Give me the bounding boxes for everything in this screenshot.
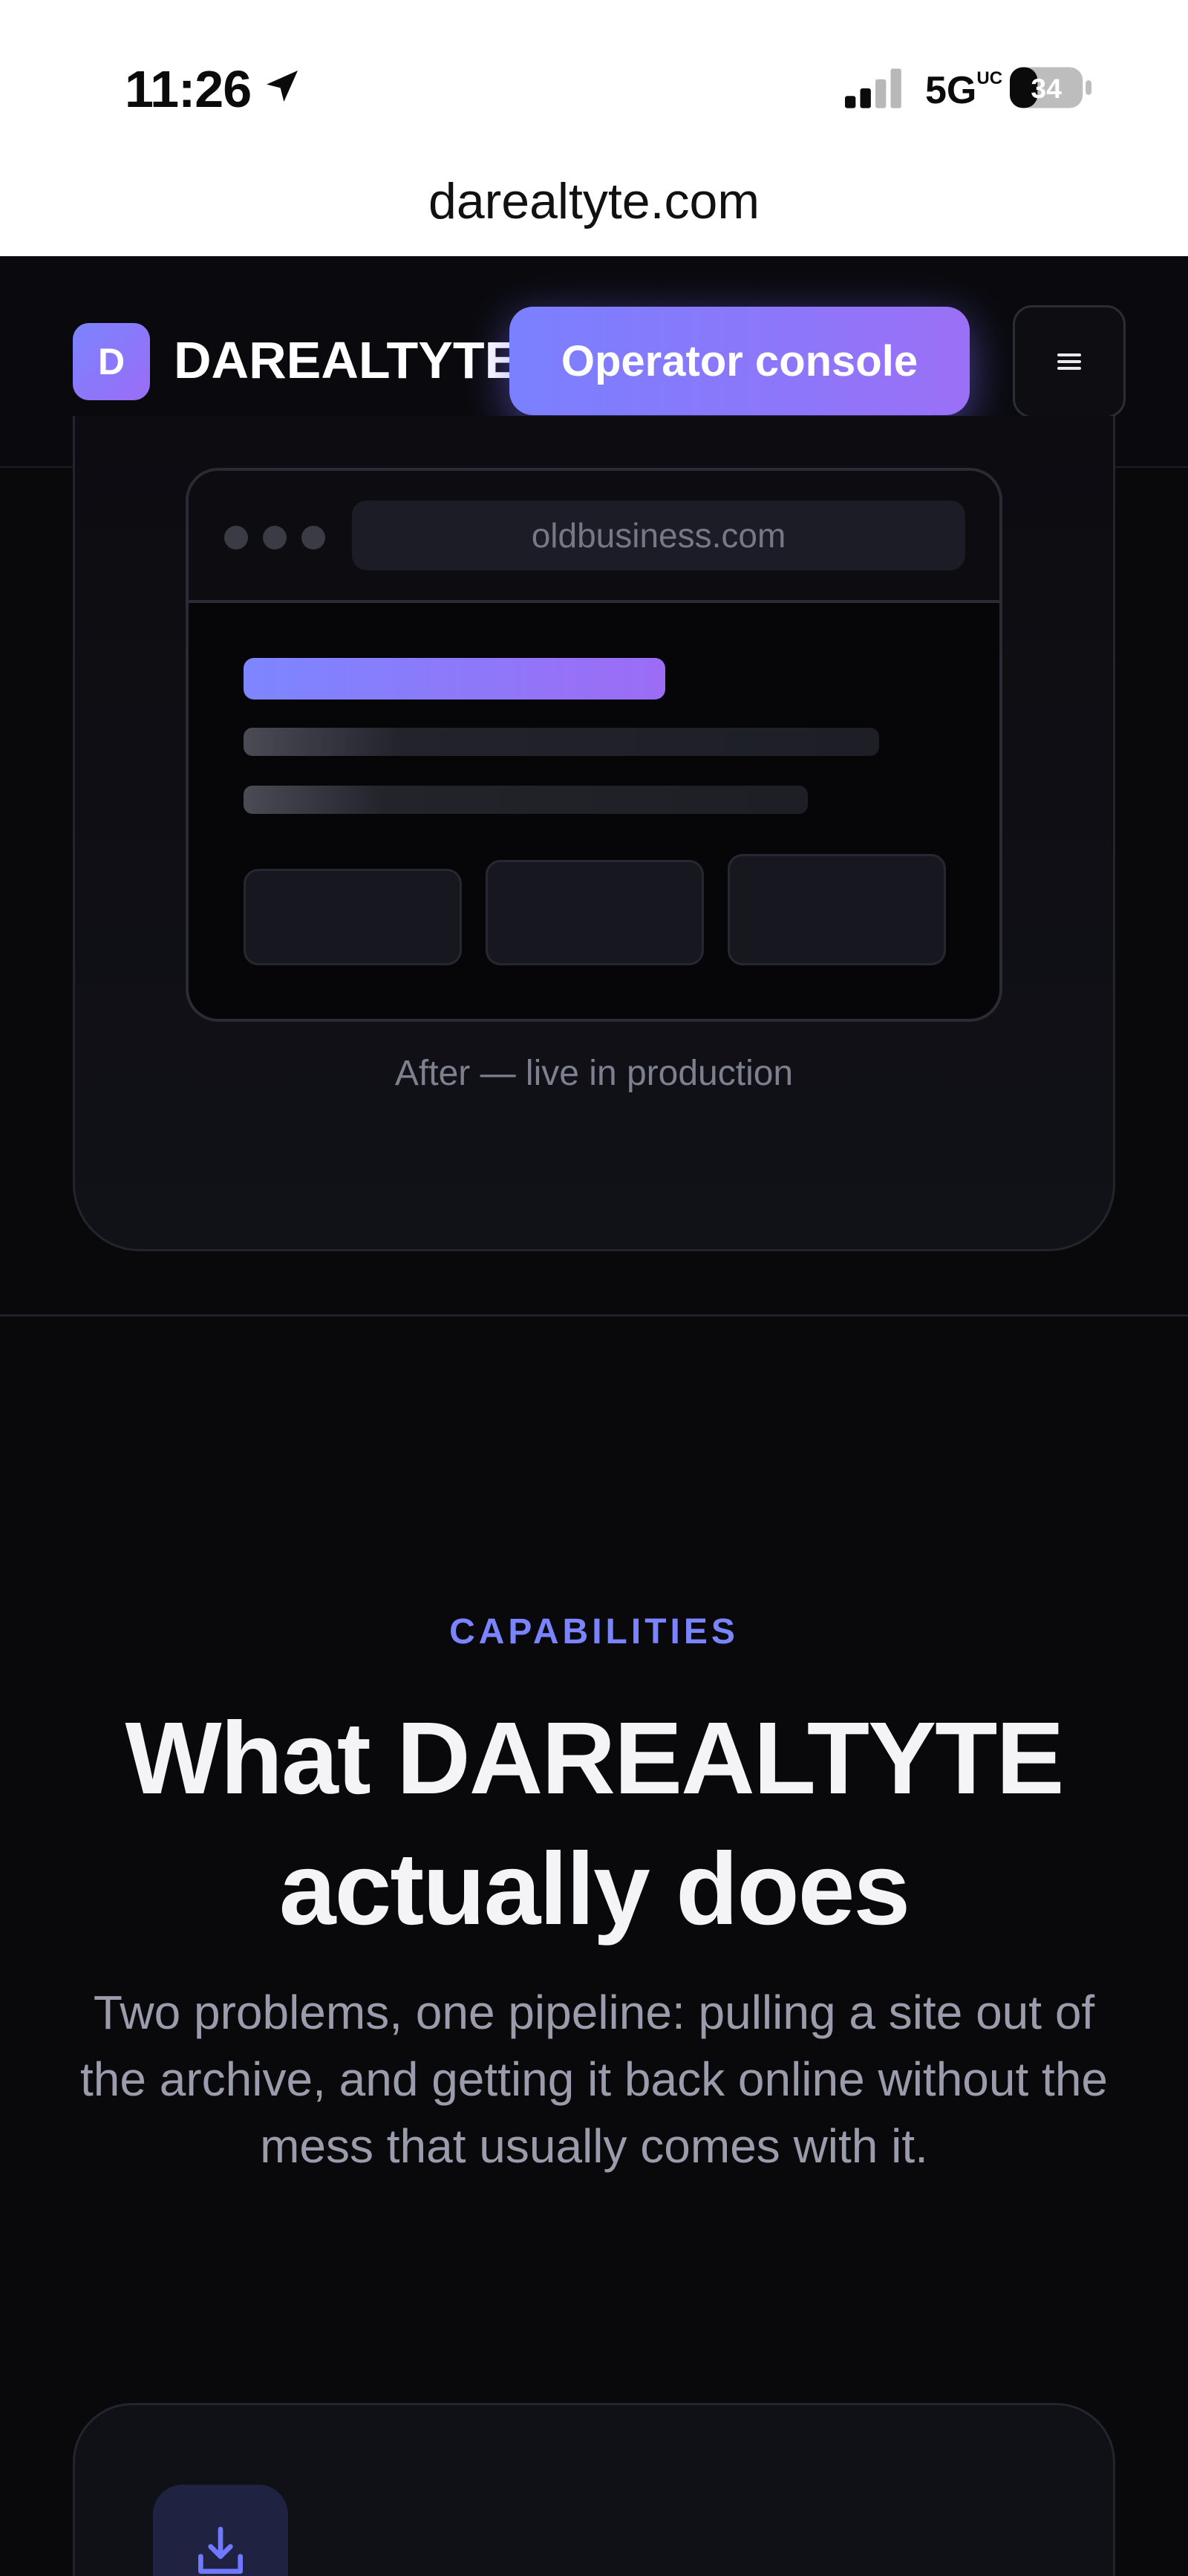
network-suffix: UC	[976, 68, 1003, 88]
battery-level: 34	[1031, 73, 1062, 104]
hamburger-menu-icon	[1057, 353, 1081, 370]
section-divider	[0, 1314, 1188, 1317]
browser-address-bar[interactable]: darealtyte.com	[0, 156, 1188, 256]
signal-bars-icon	[845, 68, 901, 108]
window-dot	[263, 526, 287, 550]
mockup-text-line	[244, 786, 808, 814]
logo-mark[interactable]: D	[73, 323, 150, 400]
status-time: 11:26	[125, 60, 252, 118]
mockup-tile	[486, 860, 704, 965]
browser-url[interactable]: darealtyte.com	[0, 172, 1188, 230]
brand-name[interactable]: DAREALTYTE	[174, 330, 519, 390]
mockup-address: oldbusiness.com	[352, 500, 965, 570]
menu-button[interactable]	[1013, 305, 1126, 418]
mockup-text-line	[244, 728, 879, 756]
browser-mockup: oldbusiness.com	[186, 468, 1002, 1022]
mockup-tile	[244, 869, 462, 965]
section-description: Two problems, one pipeline: pulling a si…	[80, 1986, 1108, 2173]
network-type: 5GUC	[925, 68, 1003, 112]
battery-icon: 34	[1010, 67, 1091, 108]
window-dot	[224, 526, 248, 550]
mockup-tile	[728, 854, 946, 965]
section-headline: What DAREALTYTE actually does	[125, 1701, 1064, 1946]
section-eyebrow: CAPABILITIES	[449, 1612, 739, 1651]
operator-console-button[interactable]: Operator console	[509, 307, 970, 415]
showcase-caption: After — live in production	[394, 1054, 794, 1093]
feature-icon-tile	[153, 2485, 288, 2576]
location-arrow-icon	[267, 71, 298, 102]
download-tray-icon	[198, 2526, 243, 2574]
mockup-heading-bar	[244, 658, 665, 700]
window-dot	[301, 526, 325, 550]
status-bar: 11:26 5GUC 34	[0, 0, 1188, 156]
mockup-toolbar: oldbusiness.com	[189, 471, 999, 603]
